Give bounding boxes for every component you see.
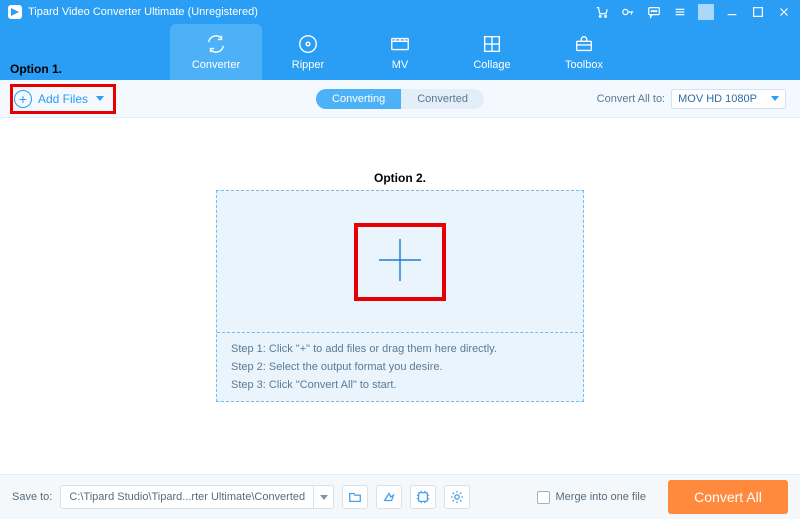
title-bar-actions <box>594 4 792 20</box>
step-2: Step 2: Select the output format you des… <box>231 361 569 373</box>
save-path-box: C:\Tipard Studio\Tipard...rter Ultimate\… <box>60 485 334 509</box>
cart-icon[interactable] <box>594 4 610 20</box>
tab-converter[interactable]: Converter <box>170 24 262 80</box>
main-panel: Option 2. Step 1: Click "+" to add files… <box>0 118 800 474</box>
annotation-option1-label: Option 1. <box>10 62 62 76</box>
close-button[interactable] <box>776 4 792 20</box>
save-path-value: C:\Tipard Studio\Tipard...rter Ultimate\… <box>61 491 313 503</box>
tab-label: Toolbox <box>565 59 603 71</box>
title-bar: Tipard Video Converter Ultimate (Unregis… <box>0 0 800 24</box>
save-path-dropdown[interactable] <box>313 486 333 508</box>
settings-button[interactable] <box>444 485 470 509</box>
mv-icon <box>389 33 411 55</box>
status-segment: Converting Converted <box>316 89 484 109</box>
chevron-down-icon <box>96 96 104 101</box>
speed-button[interactable] <box>376 485 402 509</box>
merge-checkbox[interactable] <box>537 491 550 504</box>
segment-converted[interactable]: Converted <box>401 89 484 109</box>
tab-mv[interactable]: MV <box>354 24 446 80</box>
tab-label: Ripper <box>292 59 324 71</box>
plus-circle-icon: + <box>14 90 32 108</box>
output-format-select[interactable]: MOV HD 1080P <box>671 89 786 109</box>
output-format-value: MOV HD 1080P <box>678 93 757 105</box>
main-tabs: Converter Ripper MV Collage Toolbox <box>0 24 800 80</box>
tab-label: Converter <box>192 59 240 71</box>
bottom-bar: Save to: C:\Tipard Studio\Tipard...rter … <box>0 474 800 519</box>
merge-option: Merge into one file <box>537 491 647 504</box>
separator <box>698 4 714 20</box>
chevron-down-icon <box>771 96 779 101</box>
toolbox-icon <box>573 33 595 55</box>
sub-toolbar: Option 1. + Add Files Converting Convert… <box>0 80 800 118</box>
convert-all-to-label: Convert All to: <box>597 93 665 105</box>
maximize-button[interactable] <box>750 4 766 20</box>
open-folder-button[interactable] <box>342 485 368 509</box>
convert-all-button[interactable]: Convert All <box>668 480 788 514</box>
collage-icon <box>481 33 503 55</box>
step-1: Step 1: Click "+" to add files or drag t… <box>231 343 569 355</box>
tab-ripper[interactable]: Ripper <box>262 24 354 80</box>
menu-icon[interactable] <box>672 4 688 20</box>
window-title: Tipard Video Converter Ultimate (Unregis… <box>28 6 258 18</box>
drop-zone[interactable]: Option 2. Step 1: Click "+" to add files… <box>216 190 584 402</box>
converter-icon <box>205 33 227 55</box>
step-3: Step 3: Click "Convert All" to start. <box>231 379 569 391</box>
instructions: Step 1: Click "+" to add files or drag t… <box>217 332 583 401</box>
gpu-button[interactable] <box>410 485 436 509</box>
merge-label: Merge into one file <box>556 491 647 503</box>
key-icon[interactable] <box>620 4 636 20</box>
ripper-icon <box>297 33 319 55</box>
app-logo-icon <box>8 5 22 19</box>
minimize-button[interactable] <box>724 4 740 20</box>
save-to-label: Save to: <box>12 491 52 503</box>
feedback-icon[interactable] <box>646 4 662 20</box>
tab-label: Collage <box>473 59 510 71</box>
tab-toolbox[interactable]: Toolbox <box>538 24 630 80</box>
tab-collage[interactable]: Collage <box>446 24 538 80</box>
segment-converting[interactable]: Converting <box>316 89 401 109</box>
add-files-label: Add Files <box>38 92 88 106</box>
add-files-plus-icon[interactable] <box>372 232 428 291</box>
annotation-option2-label: Option 2. <box>374 171 426 185</box>
tab-label: MV <box>392 59 409 71</box>
add-files-button[interactable]: + Add Files <box>14 90 104 108</box>
